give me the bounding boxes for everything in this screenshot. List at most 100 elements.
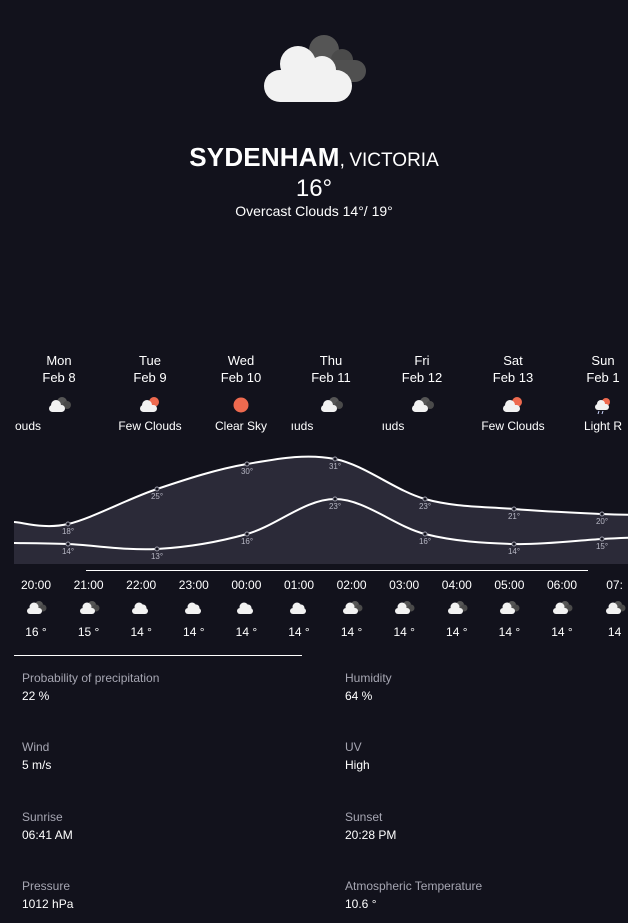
detail-label: Pressure [22,879,71,893]
day-date: Feb 13 [492,370,534,385]
hour-time: 00:00 [231,578,262,592]
hour-time: 05:00 [494,578,525,592]
hour-temperature: 14 ° [183,625,205,639]
hour-temperature: 15 ° [77,625,100,639]
cloud-icon [237,602,254,614]
hour-time: 04:00 [441,578,472,592]
day-weekday: Thu [319,353,343,368]
hour-column[interactable]: 01:00 14 ° [272,578,326,639]
hour-column[interactable]: 20:00 16 ° [9,578,63,639]
high-temperature-label: 20° [596,517,608,526]
low-temperature-point [599,536,605,542]
day-weekday: Mon [46,353,72,368]
hour-temperature: 14 [607,625,622,639]
high-temperature-label: 31° [329,462,341,471]
high-temperature-label: 18° [62,527,74,536]
detail-value: 5 m/s [22,758,52,772]
hour-time: 06:00 [546,578,578,592]
clear-sky-icon [233,397,249,413]
low-temperature-point [244,531,250,537]
hour-column[interactable]: 03:00 14 ° [377,578,431,639]
low-temperature-label: 16° [419,537,431,546]
detail-label: Wind [22,740,50,754]
detail-label: Humidity [345,671,392,685]
low-temperature-label: 14° [62,547,74,556]
light-rain-icon [595,398,610,415]
detail-value: 22 % [22,689,50,703]
humidity-detail: Humidity 64 % [345,671,392,704]
broken-clouds-icon [605,601,626,614]
precipitation-detail: Probability of precipitation 22 % [22,671,159,704]
broken-clouds-icon [395,601,415,614]
day-column[interactable]: Tue Feb 9 Few Clouds [105,352,195,435]
few-clouds-icon [140,397,159,412]
hour-temperature: 14 ° [393,625,415,639]
high-temperature-point [332,456,338,462]
high-temperature-point [65,521,71,527]
hour-time: 07: [606,578,623,592]
broken-clouds-icon [27,601,47,614]
hour-time: 21:00 [73,578,104,592]
hour-column[interactable]: 23:00 14 ° [167,578,221,639]
details-divider [14,655,302,656]
day-weekday: Wed [227,353,255,368]
hour-temperature: 14 ° [288,625,310,639]
day-condition: Few Clouds [481,419,545,433]
detail-value: 10.6 ° [345,897,377,911]
hour-temperature: 14 ° [235,625,258,639]
hour-column[interactable]: 04:00 14 ° [430,578,484,639]
day-weekday: Sun [591,353,615,368]
detail-value: 1012 hPa [22,897,74,911]
broken-clouds-icon [553,601,573,614]
low-temperature-point [65,541,71,547]
hour-column[interactable]: 06:00 14 ° [535,578,589,639]
hour-time: 02:00 [336,578,367,592]
hour-column[interactable]: 21:00 15 ° [62,578,116,639]
detail-value: 20:28 PM [345,828,397,842]
hour-time: 20:00 [20,578,52,592]
cloud-icon [132,602,149,614]
temperature-chart: 18° 25° 30° 31° 23° 21° 20° 14° 13° 16° 23° 16° 14° 1… [13,455,628,564]
high-temperature-label: 21° [508,512,520,521]
location-heading: SYDENHAM, VICTORIA [0,142,628,173]
day-column[interactable]: Fri Feb 12 ıuds [377,352,467,435]
broken-clouds-icon [500,601,520,614]
hour-time: 22:00 [126,578,157,592]
day-date: Feb 1 [586,370,620,385]
detail-label: Probability of precipitation [22,671,160,685]
hour-column[interactable]: 05:00 14 ° [482,578,536,639]
day-column[interactable]: Sat Feb 13 Few Clouds [468,352,558,435]
timeline-divider [86,570,588,571]
detail-value: 06:41 AM [22,828,73,842]
overcast-clouds-icon [264,35,366,102]
high-temperature-point [599,511,605,517]
hour-temperature: 16 ° [25,625,47,639]
day-column[interactable]: Sun Feb 1 Light R [558,352,628,435]
low-temperature-point [511,541,517,547]
high-temperature-point [422,496,428,502]
current-temperature: 16° [295,175,333,202]
detail-label: Atmospheric Temperature [345,879,483,893]
pressure-detail: Pressure 1012 hPa [22,879,73,912]
daily-forecast: Mon Feb 8 ouds Tue Feb 9 Few Clouds Wed … [0,352,628,442]
hourly-forecast: 20:00 16 ° 21:00 15 ° 22:00 14 ° 23:00 14 ° 00:0… [0,578,628,644]
hour-column[interactable]: 02:00 14 ° [325,578,379,639]
low-temperature-label: 14° [508,547,520,556]
region-name: VICTORIA [349,150,439,171]
broken-clouds-icon [447,601,468,614]
day-date: Feb 12 [401,370,443,385]
day-column[interactable]: Mon Feb 8 ouds [14,352,104,435]
high-temperature-label: 25° [151,492,163,501]
hour-column[interactable]: 00:00 14 ° [219,578,273,639]
hour-column[interactable]: 22:00 14 ° [114,578,168,639]
day-condition: Light R [583,419,623,433]
hour-time: 03:00 [389,578,420,592]
day-weekday: Fri [414,353,430,368]
detail-label: UV [345,740,362,754]
hour-column[interactable]: 07: 14 [588,578,628,639]
atmospheric-temperature-detail: Atmospheric Temperature 10.6 ° [345,879,482,912]
detail-label: Sunset [345,810,383,824]
hour-temperature: 14 ° [551,625,573,639]
high-temperature-point [154,486,160,492]
hour-temperature: 14 ° [130,625,152,639]
